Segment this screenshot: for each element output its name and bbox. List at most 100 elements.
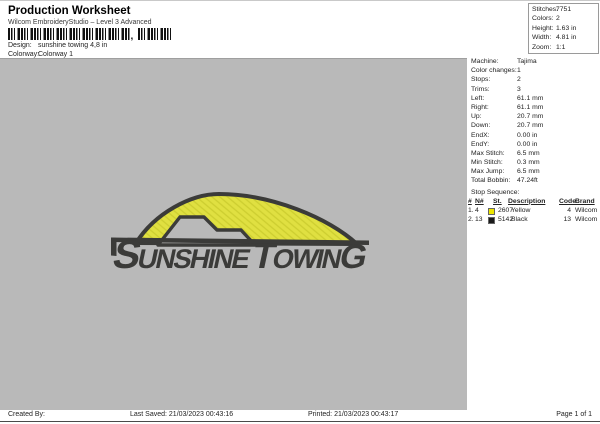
cell-num: 2. [468,216,474,223]
info-value: 3 [517,86,521,93]
footer-created-by: Created By: [8,411,45,418]
design-label: Design: [8,42,38,49]
machine-info-row: Trims: 3 [467,86,600,95]
info-value: 6.5 mm [517,168,540,175]
info-value: 61.1 mm [517,104,543,111]
info-label: Color changes: [471,67,517,74]
cell-needle: 13 [475,216,483,223]
summary-label: Width: [532,34,551,41]
machine-info-row: Machine: Tajima [467,58,600,67]
info-label: Trims: [471,86,490,93]
info-value: 2 [517,76,521,83]
summary-row-stitches: Stitches:7751 [529,6,598,15]
summary-row-colors: Colors:2 [529,15,598,24]
machine-info-row: Color changes:1 [467,67,600,76]
barcode-segment-icon [138,28,172,40]
info-label: Max Jump: [471,168,504,175]
design-value: sunshine towing 4,8 in [38,42,107,49]
footer-printed: Printed: 21/03/2023 00:43:17 [308,411,398,418]
info-label: EndY: [471,141,489,148]
col-header-brand: Brand [575,198,595,205]
footer-divider [0,421,600,422]
info-label: Total Bobbin: [471,177,510,184]
info-value: 61.1 mm [517,95,543,102]
page-title: Production Worksheet [8,5,130,17]
summary-row-height: Height:1.63 in [529,25,598,34]
info-label: Up: [471,113,482,120]
summary-label: Colors: [532,15,554,22]
machine-info-row: Min Stitch: 0.3 mm [467,159,600,168]
col-header-code: Code [559,198,576,205]
info-label: EndX: [471,132,490,139]
production-worksheet-page: Production Worksheet Wilcom EmbroiderySt… [0,0,600,424]
summary-value: 1:1 [556,44,565,51]
cell-description: Black [511,216,528,223]
summary-label: Stitches: [532,6,558,13]
summary-value: 4.81 in [556,34,576,41]
cell-num: 1. [468,207,474,214]
cell-brand: Wilcom [575,207,597,214]
thread-color-swatch [488,217,495,224]
summary-row-zoom: Zoom: 1:1 [529,44,598,53]
stop-sequence-row: 2. 13 5142 Black 13 Wilcom [467,216,600,225]
machine-info-row: EndX: 0.00 in [467,132,600,141]
info-label: Machine: [471,58,499,65]
info-label: Max Stitch: [471,150,505,157]
colorway-value: Colorway 1 [38,51,73,58]
col-header-description: Description [508,198,545,205]
barcode-segment-icon [8,28,131,40]
design-canvas: SUNSHINETOWING [0,58,467,410]
barcode-separator: , [131,31,134,42]
info-label: Down: [471,122,490,129]
summary-label: Zoom: [532,44,551,51]
col-header-needle: N# [475,198,484,205]
summary-value: 7751 [556,6,571,13]
stitch-summary-box: Stitches:7751 Colors:2 Height:1.63 in Wi… [528,3,599,54]
info-value: Tajima [517,58,537,65]
machine-info-row: Up: 20.7 mm [467,113,600,122]
thread-color-swatch [488,208,495,215]
info-label: Right: [471,104,489,111]
info-value: 20.7 mm [517,113,543,120]
summary-row-width: Width: 4.81 in [529,34,598,43]
summary-value: 1.63 in [556,25,576,32]
cell-description: Yellow [511,207,530,214]
machine-info-row: Right: 61.1 mm [467,104,600,113]
cell-brand: Wilcom [575,216,597,223]
machine-info-row: Down: 20.7 mm [467,122,600,131]
colorway-label: Colorway: [8,51,38,58]
machine-info-row: EndY: 0.00 in [467,141,600,150]
machine-info-panel: Machine: Tajima Color changes:1 Stops: 2 T… [467,58,600,226]
cell-code: 13 [549,216,571,223]
stop-sequence-header-row: # N# St. Description Code Brand [467,198,600,208]
summary-value: 2 [556,15,560,22]
info-value: 20.7 mm [517,122,543,129]
colorway-row: Colorway:Colorway 1 [8,51,73,58]
footer-last-saved: Last Saved: 21/03/2023 00:43:16 [130,411,233,418]
stop-sequence-title: Stop Sequence: [467,189,600,198]
machine-info-row: Stops: 2 [467,76,600,85]
info-value: 0.00 in [517,132,537,139]
app-version-line: Wilcom EmbroideryStudio – Level 3 Advanc… [8,19,152,26]
sunshine-towing-logo: SUNSHINETOWING [103,187,373,282]
stop-sequence-row: 1. 4 2607 Yellow 4 Wilcom [467,207,600,216]
machine-info-row: Max Stitch: 6.5 mm [467,150,600,159]
info-value: 1 [517,67,521,74]
info-label: Left: [471,95,484,102]
footer-page-number: Page 1 of 1 [556,411,592,418]
col-header-num: # [468,198,472,205]
info-value: 6.5 mm [517,150,540,157]
machine-info-row: Left: 61.1 mm [467,95,600,104]
info-value: 0.3 mm [517,159,540,166]
machine-info-row: Total Bobbin: 47.24ft [467,177,600,186]
info-label: Stops: [471,76,490,83]
cell-needle: 4 [475,207,479,214]
summary-label: Height: [532,25,554,32]
info-value: 47.24ft [517,177,538,184]
col-header-stitchcode: St. [493,198,502,205]
info-label: Min Stitch: [471,159,503,166]
cell-code: 4 [549,207,571,214]
machine-info-row: Max Jump: 6.5 mm [467,168,600,177]
design-row: Design:sunshine towing 4,8 in [8,42,107,49]
info-value: 0.00 in [517,141,537,148]
